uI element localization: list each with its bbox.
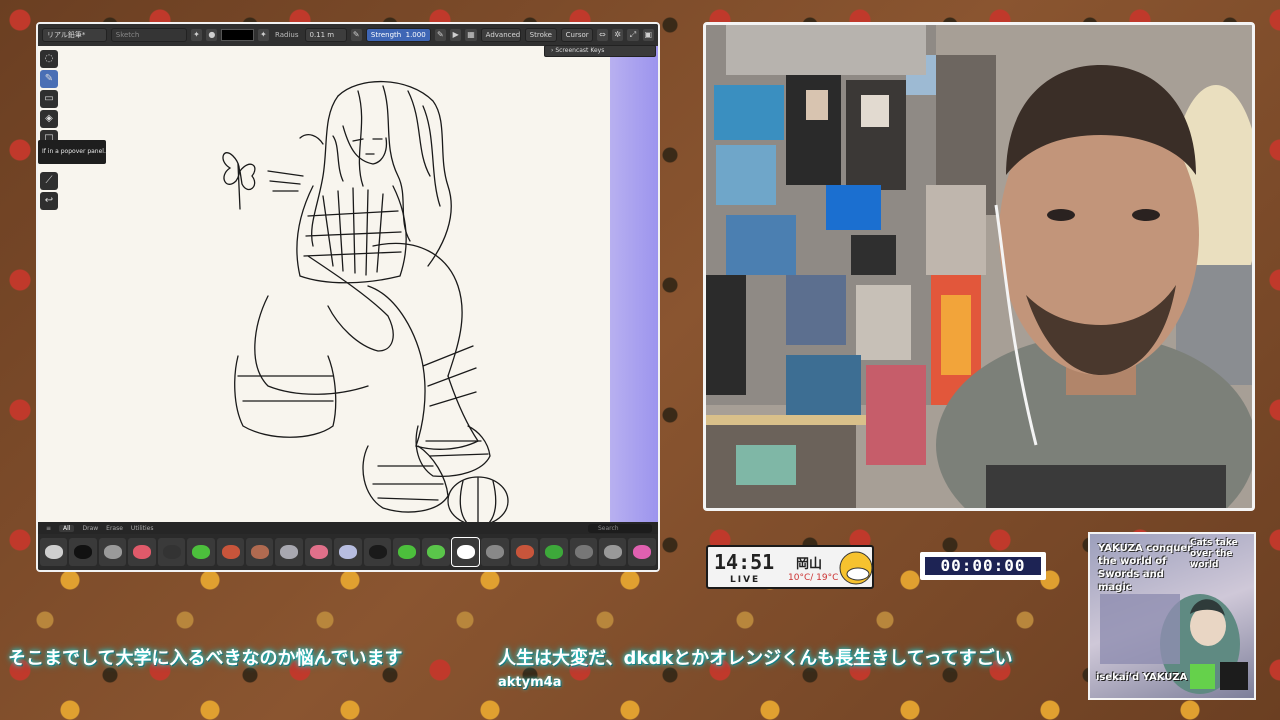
color-swatch[interactable] [221,29,254,41]
mirror-icon[interactable]: ⇔ [596,29,608,41]
clock-widget: 14:51 LIVE 岡山 10°C/ 19°C [706,545,874,589]
screencast-label: Screencast Keys [555,47,605,54]
brush-preset-17[interactable] [510,538,539,566]
strength-value: 1.000 [405,31,426,39]
brush-shelf [38,534,658,570]
drawing-app-window: リアル鉛筆* Sketch ✦ ● ✦ Radius 0.11 m ✎ Stre… [36,22,660,572]
search-input[interactable]: Search [588,523,652,533]
pin-icon-2[interactable]: ✦ [257,29,270,41]
brush-preset-dropdown[interactable]: リアル鉛筆* [42,28,107,42]
cursor-icon[interactable]: ◌ [40,50,58,68]
tab-erase[interactable]: Erase [106,525,123,532]
city-name: 岡山 [796,557,823,572]
sidebar-region[interactable] [610,46,658,522]
toolbar: ◌ ✎ ▭ ◈ □ ⟋ ↩ [40,50,58,210]
brush-preset-2[interactable] [69,538,97,566]
strength-slider[interactable]: Strength 1.000 [365,28,431,42]
draw-icon[interactable]: ✎ [40,70,58,88]
screencast-keys-panel[interactable]: › Screencast Keys [544,45,656,57]
brush-preset-21[interactable] [628,538,656,566]
eyedropper-icon[interactable]: ⟋ [40,172,58,190]
brush-preset-4[interactable] [128,538,156,566]
pressure-icon-2[interactable]: ✎ [434,29,446,41]
layer-field[interactable]: Sketch [110,28,187,42]
tooltip: If in a popover panel. [38,140,106,164]
live-label: LIVE [730,575,761,585]
tab-utilities[interactable]: Utilities [131,525,154,532]
transform-icon[interactable]: ↩ [40,192,58,210]
tool-header: リアル鉛筆* Sketch ✦ ● ✦ Radius 0.11 m ✎ Stre… [38,24,658,46]
play-icon[interactable]: ▶ [450,29,462,41]
brush-preset-12[interactable] [363,538,392,566]
radius-label: Radius [275,31,299,39]
settings-icon[interactable]: ✲ [611,29,624,41]
menu-icon[interactable]: ≡ [46,525,51,532]
camera-icon[interactable]: ▣ [642,29,654,41]
brush-preset-6[interactable] [187,538,215,566]
subtitle-right: 人生は大変だ、dkdkとかオレンジくんも長生きしてってすごい [498,648,1013,669]
timer-value: 00:00:00 [925,557,1041,575]
brush-preset-8[interactable] [245,538,274,566]
brush-preset-19[interactable] [569,538,598,566]
book-cover: YAKUZA conquer the world of Swords and m… [1088,532,1256,700]
clock-time: 14:51 [714,550,775,574]
radius-field[interactable]: 0.11 m [304,28,347,42]
tab-draw[interactable]: Draw [82,525,98,532]
cover-bottom-title: isekai'd YAKUZA [1096,672,1188,683]
menu-cursor[interactable]: Cursor [560,28,593,42]
pressure-icon[interactable]: ✎ [350,29,362,41]
brush-preset-15[interactable] [450,537,481,567]
brush-preset-10[interactable] [304,538,333,566]
strength-label: Strength [370,31,402,39]
brush-preset-7[interactable] [216,538,244,566]
brush-preset-16[interactable] [481,538,509,566]
brush-preset-13[interactable] [393,538,421,566]
stream-timer: 00:00:00 [920,552,1046,580]
canvas-viewport[interactable] [38,46,610,522]
brush-preset-11[interactable] [334,538,362,566]
webcam-feed [703,22,1255,511]
brush-preset-3[interactable] [98,538,127,566]
menu-advanced[interactable]: Advanced [480,28,521,42]
brush-preset-18[interactable] [540,538,568,566]
menu-stroke[interactable]: Stroke [524,28,557,42]
webcam-image [706,25,1252,508]
sun-cloud-icon [839,551,873,585]
temperature: 10°C/ 19°C [788,573,839,583]
expand-icon[interactable]: ⤢ [627,29,639,41]
brush-preset-9[interactable] [275,538,303,566]
erase-icon[interactable]: ▭ [40,90,58,108]
cover-title-right: Cats take over the world [1190,538,1238,570]
grid-icon[interactable]: ▦ [465,29,477,41]
chevron-right-icon: › [551,47,554,54]
subtitle-username: aktym4a [498,675,562,690]
brush-preset-14[interactable] [422,538,450,566]
tab-all[interactable]: All [59,524,75,532]
fill-icon[interactable]: ◈ [40,110,58,128]
brush-preset-20[interactable] [599,538,627,566]
brush-preset-1[interactable] [40,538,68,566]
subtitle-left: そこまでして大学に入るべきなのか悩んでいます [8,648,403,669]
cover-title-left: YAKUZA conquer the world of Swords and m… [1098,543,1193,593]
asset-tabs: ≡ All Draw Erase Utilities Search [38,522,658,534]
sphere-icon[interactable]: ● [206,29,218,41]
sketch-drawing [222,80,509,522]
pin-icon[interactable]: ✦ [190,29,203,41]
brush-preset-5[interactable] [157,538,186,566]
